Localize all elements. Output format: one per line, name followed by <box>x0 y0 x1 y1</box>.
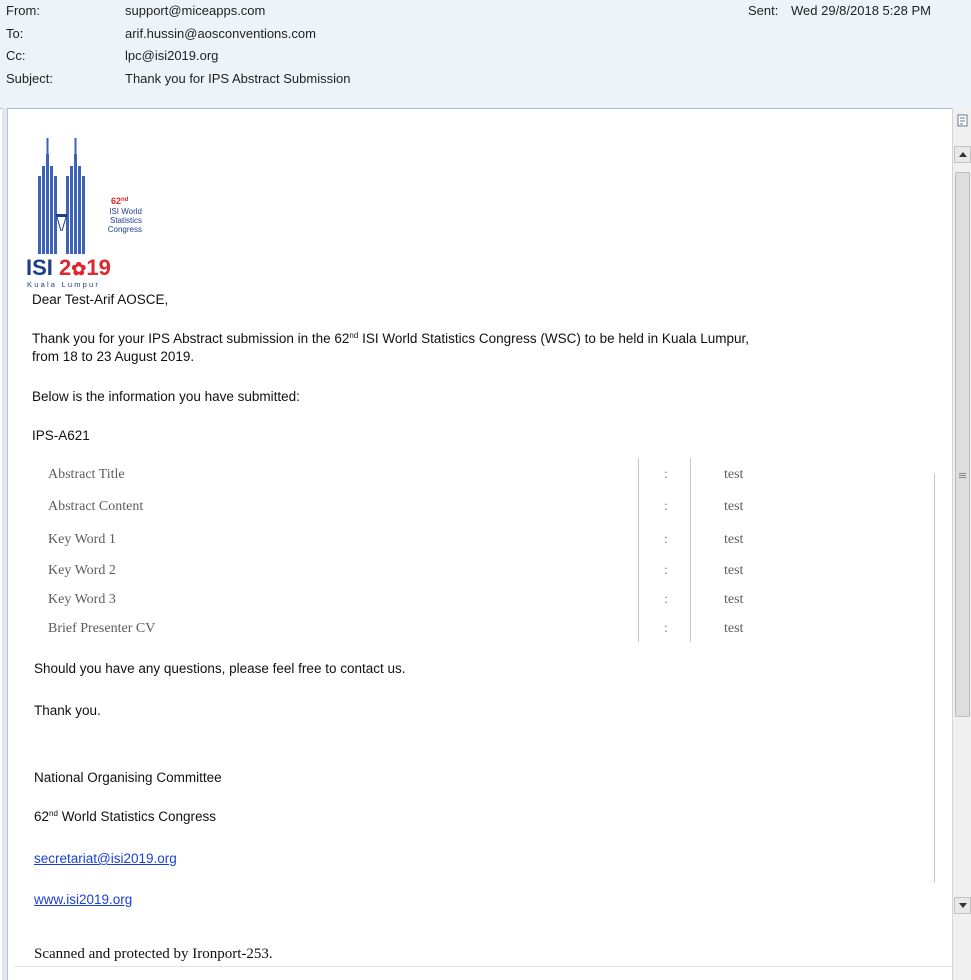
scroll-down-button[interactable] <box>954 897 971 914</box>
from-label: From: <box>6 3 40 18</box>
logo-wordmark: ISI 2✿19 <box>26 255 111 280</box>
from-row: From: support@miceapps.com Sent: Wed 29/… <box>0 1 971 21</box>
table-row: Abstract Content : test <box>48 494 948 522</box>
table-row: Brief Presenter CV : test <box>48 616 948 644</box>
to-row: To: arif.hussin@aosconventions.com <box>0 24 971 44</box>
page-icon[interactable] <box>956 114 969 136</box>
row-value: test <box>724 621 744 636</box>
committee-name: National Organising Committee <box>34 770 222 785</box>
logo-edition: 62nd <box>111 196 129 206</box>
reading-pane-border <box>2 108 8 980</box>
thanks-text: Thank you. <box>34 703 101 718</box>
table-row: Key Word 3 : test <box>48 587 948 615</box>
sent-label: Sent: <box>748 3 779 18</box>
hibiscus-icon: ✿ <box>71 259 87 279</box>
from-value[interactable]: support@miceapps.com <box>125 1 265 21</box>
arrow-up-icon <box>959 152 967 157</box>
row-label: Abstract Title <box>48 467 125 482</box>
subject-row: Subject: Thank you for IPS Abstract Subm… <box>0 69 971 89</box>
message-body: 62nd ISI World Statistics Congress ISI 2… <box>14 108 952 980</box>
row-value: test <box>724 499 744 514</box>
sent-value: Wed 29/8/2018 5:28 PM <box>791 3 931 18</box>
email-link[interactable]: secretariat@isi2019.org <box>34 850 177 868</box>
intro-line-2: from 18 to 23 August 2019. <box>32 349 195 364</box>
isi-2019-logo: 62nd ISI World Statistics Congress ISI 2… <box>26 136 152 289</box>
to-label: To: <box>6 26 24 41</box>
row-label: Key Word 2 <box>48 563 116 578</box>
scroll-thumb[interactable] <box>955 172 970 717</box>
table-row: Abstract Title : test <box>48 462 948 490</box>
row-separator: : <box>664 621 668 636</box>
logo-city: Kuala Lumpur <box>27 280 101 289</box>
scroll-up-button[interactable] <box>954 146 971 163</box>
to-value[interactable]: arif.hussin@aosconventions.com <box>125 24 316 44</box>
row-separator: : <box>664 592 668 607</box>
row-separator: : <box>664 467 668 482</box>
table-row: Key Word 2 : test <box>48 558 948 586</box>
row-separator: : <box>664 532 668 547</box>
questions-text: Should you have any questions, please fe… <box>34 661 406 676</box>
cc-value[interactable]: lpc@isi2019.org <box>125 46 218 66</box>
row-value: test <box>724 592 744 607</box>
row-value: test <box>724 467 744 482</box>
row-separator: : <box>664 499 668 514</box>
subject-value: Thank you for IPS Abstract Submission <box>125 71 351 86</box>
table-row: Key Word 1 : test <box>48 527 948 555</box>
row-value: test <box>724 563 744 578</box>
website-link[interactable]: www.isi2019.org <box>34 891 132 909</box>
row-label: Key Word 1 <box>48 532 116 547</box>
congress-name: 62nd World Statistics Congress <box>34 809 216 824</box>
greeting: Dear Test-Arif AOSCE, <box>32 292 169 307</box>
scanned-notice: Scanned and protected by Ironport-253. <box>34 946 273 962</box>
arrow-down-icon <box>959 903 967 908</box>
row-value: test <box>724 532 744 547</box>
logo-congress-text: ISI World Statistics Congress <box>107 207 142 234</box>
intro-line-1: Thank you for your IPS Abstract submissi… <box>32 331 749 346</box>
divider <box>14 966 952 967</box>
row-label: Key Word 3 <box>48 592 116 607</box>
vertical-scrollbar[interactable] <box>952 108 971 980</box>
row-separator: : <box>664 563 668 578</box>
message-header: From: support@miceapps.com Sent: Wed 29/… <box>0 0 971 109</box>
subject-label: Subject: <box>6 71 53 86</box>
row-label: Abstract Content <box>48 499 144 514</box>
reference-id: IPS-A621 <box>32 428 90 443</box>
below-text: Below is the information you have submit… <box>32 389 300 404</box>
cc-row: Cc: lpc@isi2019.org <box>0 46 971 66</box>
row-label: Brief Presenter CV <box>48 621 156 636</box>
cc-label: Cc: <box>6 48 26 63</box>
